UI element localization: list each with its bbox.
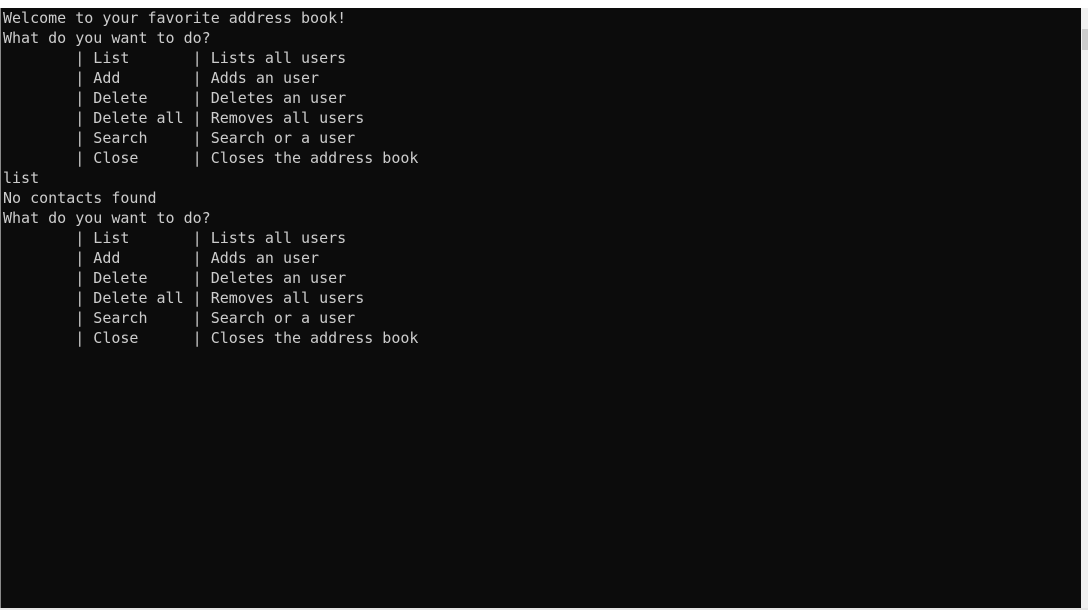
console-line: | Add | Adds an user [3,249,320,267]
console-line: | Close | Closes the address book [3,149,419,167]
console-line: No contacts found [3,189,157,207]
console-output: Welcome to your favorite address book! Wh… [3,8,418,348]
console-line: | List | Lists all users [3,229,347,247]
console-line: | List | Lists all users [3,49,347,67]
console-line: | Search | Search or a user [3,129,356,147]
console-line: list [3,169,40,187]
vertical-scrollbar[interactable] [1081,8,1088,608]
console-line: | Add | Adds an user [3,69,320,87]
console-line: | Delete all | Removes all users [3,289,365,307]
console-line: | Delete all | Removes all users [3,109,365,127]
window-title-bar [0,0,1088,8]
console-window[interactable]: Welcome to your favorite address book! Wh… [0,8,1081,608]
console-line: | Close | Closes the address book [3,329,419,347]
console-line: | Delete | Deletes an user [3,89,347,107]
console-line: | Search | Search or a user [3,309,356,327]
console-line: Welcome to your favorite address book! [3,9,347,27]
console-line: | Delete | Deletes an user [3,269,347,287]
console-line: What do you want to do? [3,29,211,47]
scrollbar-thumb[interactable] [1082,29,1088,50]
console-line: What do you want to do? [3,209,211,227]
